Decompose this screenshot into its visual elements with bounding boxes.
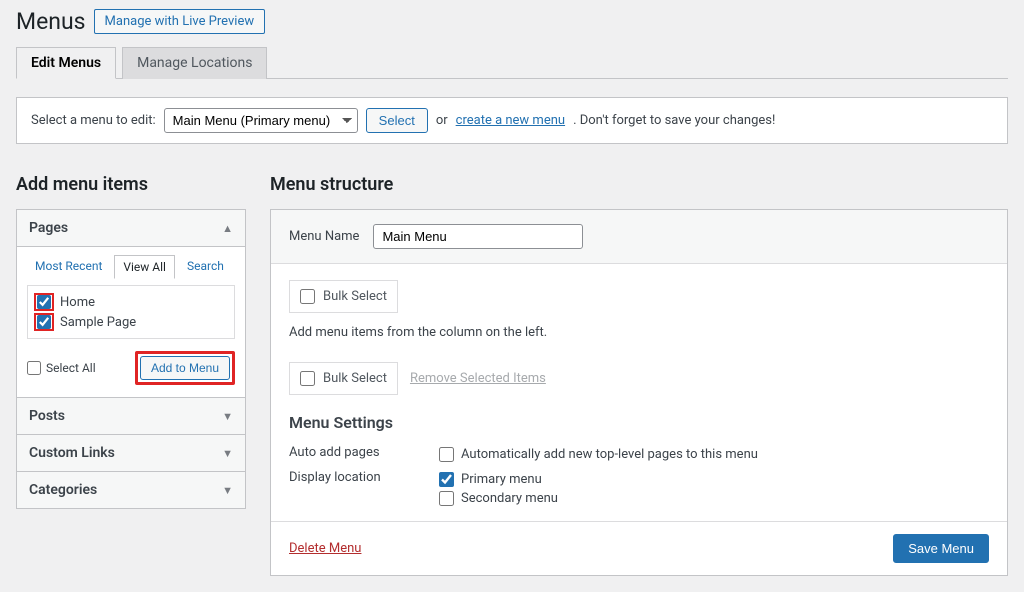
menu-name-input[interactable]: [373, 224, 583, 249]
delete-menu-link[interactable]: Delete Menu: [289, 541, 361, 556]
bulk-select-bottom: Bulk Select: [289, 362, 398, 395]
bulk-select-bottom-label: Bulk Select: [323, 371, 387, 386]
add-to-menu-button[interactable]: Add to Menu: [140, 356, 230, 380]
posts-panel-header[interactable]: Posts ▼: [17, 398, 245, 434]
highlight-add-to-menu: Add to Menu: [135, 351, 235, 385]
page-home-label: Home: [60, 295, 95, 310]
save-menu-button[interactable]: Save Menu: [893, 534, 989, 563]
tab-edit-menus[interactable]: Edit Menus: [16, 47, 116, 79]
live-preview-button[interactable]: Manage with Live Preview: [94, 9, 266, 34]
nav-tabs: Edit Menus Manage Locations: [16, 47, 1008, 79]
chevron-up-icon: ▲: [222, 222, 233, 235]
pages-panel-title: Pages: [29, 220, 68, 236]
display-location-label: Display location: [289, 470, 439, 508]
select-all-checkbox[interactable]: [27, 361, 41, 375]
tab-most-recent[interactable]: Most Recent: [27, 255, 110, 279]
auto-add-label: Auto add pages: [289, 445, 439, 464]
auto-add-option[interactable]: Automatically add new top-level pages to…: [439, 445, 758, 464]
tab-view-all[interactable]: View All: [114, 255, 175, 279]
menu-select-bar: Select a menu to edit: Main Menu (Primar…: [16, 97, 1008, 144]
bulk-select-top: Bulk Select: [289, 280, 398, 313]
menu-dropdown[interactable]: Main Menu (Primary menu): [164, 108, 358, 133]
categories-panel-title: Categories: [29, 482, 97, 498]
bulk-select-top-label: Bulk Select: [323, 289, 387, 304]
chevron-down-icon: ▼: [222, 484, 233, 497]
highlight-home-checkbox: [34, 293, 54, 311]
page-item-home: Home: [34, 292, 228, 312]
menu-structure-heading: Menu structure: [270, 174, 1008, 195]
categories-panel: Categories ▼: [16, 472, 246, 509]
categories-panel-header[interactable]: Categories ▼: [17, 472, 245, 508]
pages-panel: Pages ▲ Most Recent View All Search Home: [16, 209, 246, 398]
or-text: or: [436, 113, 448, 128]
posts-panel: Posts ▼: [16, 398, 246, 435]
custom-links-panel: Custom Links ▼: [16, 435, 246, 472]
tab-manage-locations[interactable]: Manage Locations: [122, 47, 267, 79]
select-all-label[interactable]: Select All: [27, 361, 96, 375]
select-button[interactable]: Select: [366, 108, 428, 133]
pages-list: Home Sample Page: [27, 285, 235, 339]
select-all-text: Select All: [46, 361, 96, 375]
primary-menu-option[interactable]: Primary menu: [439, 470, 558, 489]
pages-panel-header[interactable]: Pages ▲: [17, 210, 245, 246]
chevron-down-icon: ▼: [222, 447, 233, 460]
custom-links-panel-header[interactable]: Custom Links ▼: [17, 435, 245, 471]
menu-settings-title: Menu Settings: [289, 413, 989, 432]
create-new-menu-link[interactable]: create a new menu: [456, 113, 565, 128]
primary-menu-text: Primary menu: [461, 472, 542, 487]
page-sample-label: Sample Page: [60, 315, 136, 330]
page-home-checkbox[interactable]: [37, 295, 51, 309]
secondary-menu-checkbox[interactable]: [439, 491, 454, 506]
bulk-select-top-checkbox[interactable]: [300, 289, 315, 304]
menu-structure-box: Menu Name Bulk Select Add menu items fro…: [270, 209, 1008, 576]
chevron-down-icon: ▼: [222, 410, 233, 423]
pages-inner-tabs: Most Recent View All Search: [27, 255, 235, 279]
select-menu-label: Select a menu to edit:: [31, 113, 156, 128]
select-bar-tail: . Don't forget to save your changes!: [573, 113, 775, 128]
menu-name-label: Menu Name: [289, 229, 359, 244]
highlight-sample-checkbox: [34, 313, 54, 331]
secondary-menu-option[interactable]: Secondary menu: [439, 489, 558, 508]
add-menu-items-heading: Add menu items: [16, 174, 246, 195]
bulk-select-bottom-checkbox[interactable]: [300, 371, 315, 386]
secondary-menu-text: Secondary menu: [461, 491, 558, 506]
remove-selected-link: Remove Selected Items: [410, 371, 546, 386]
empty-menu-helper: Add menu items from the column on the le…: [289, 325, 989, 340]
auto-add-option-text: Automatically add new top-level pages to…: [461, 447, 758, 462]
page-title: Menus: [16, 8, 86, 35]
page-item-sample: Sample Page: [34, 312, 228, 332]
auto-add-checkbox[interactable]: [439, 447, 454, 462]
posts-panel-title: Posts: [29, 408, 65, 424]
tab-search[interactable]: Search: [179, 255, 232, 279]
primary-menu-checkbox[interactable]: [439, 472, 454, 487]
custom-links-panel-title: Custom Links: [29, 445, 115, 461]
page-sample-checkbox[interactable]: [37, 315, 51, 329]
